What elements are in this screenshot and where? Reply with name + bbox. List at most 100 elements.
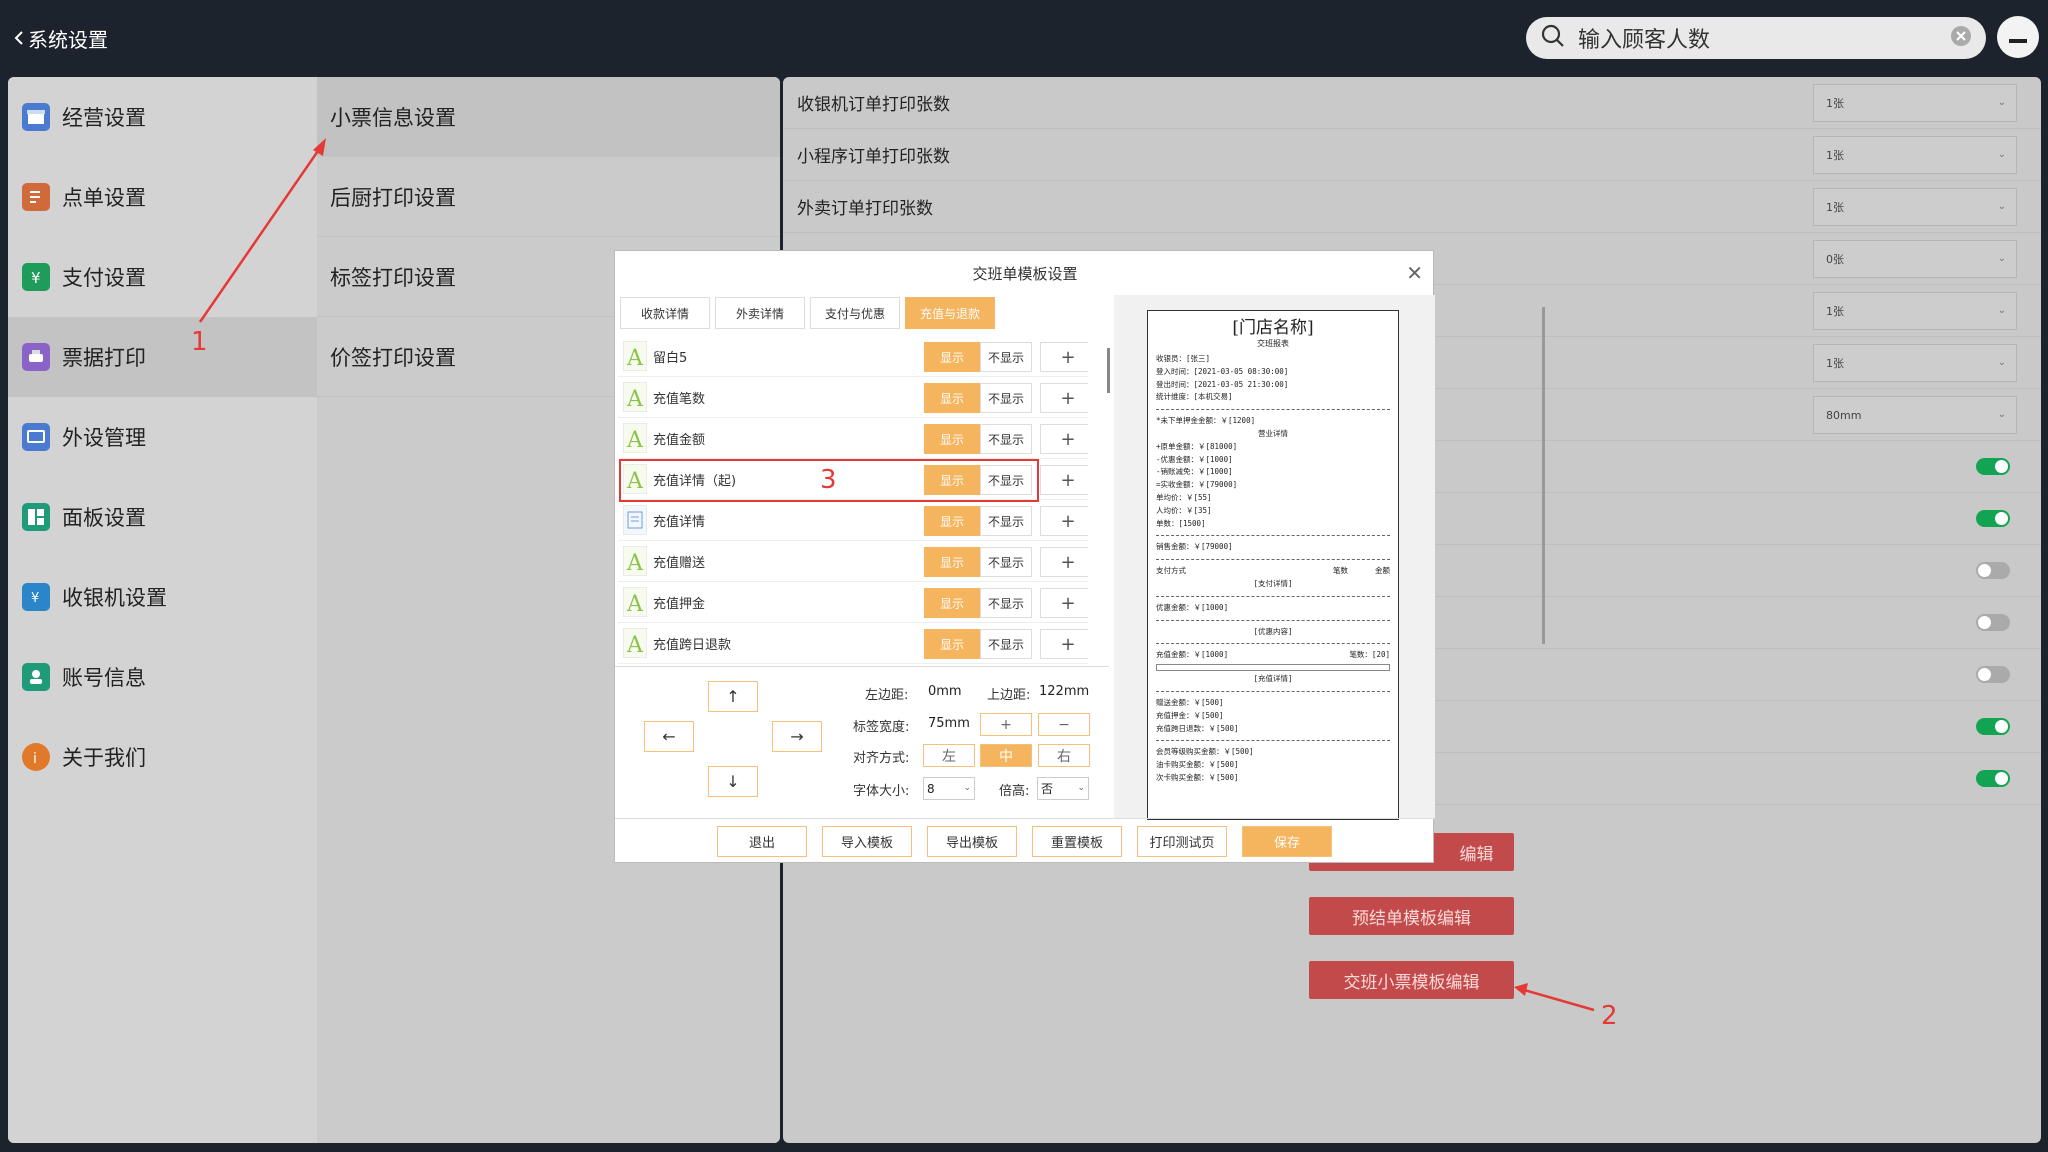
list-item: A 充值押金 显示 不显示 + — [618, 582, 1088, 623]
receipt-line: 赠送金额：￥[500] — [1156, 697, 1224, 707]
add-button[interactable]: + — [1040, 629, 1088, 659]
dialog-title: 交班单模板设置 — [972, 264, 1078, 283]
save-button[interactable]: 保存 — [1242, 826, 1332, 857]
add-button[interactable]: + — [1040, 465, 1088, 495]
align-left-button[interactable]: 左 — [923, 744, 975, 767]
list-item: A 留白5 显示 不显示 + — [618, 336, 1088, 377]
text-a-icon: A — [621, 422, 649, 454]
receipt-line: 销售金额：￥[79000] — [1156, 542, 1233, 552]
width-label: 标签宽度: — [853, 720, 910, 735]
export-template-button[interactable]: 导出模板 — [927, 826, 1017, 857]
left-margin-label: 左边距: — [865, 688, 909, 703]
chevron-down-icon: ⌄ — [1077, 783, 1085, 793]
receipt-columns: 支付方式 笔数 金额 — [1156, 565, 1390, 578]
list-scrollbar[interactable] — [1107, 348, 1110, 393]
svg-text:A: A — [626, 551, 644, 576]
store-name: [门店名称] — [1232, 318, 1314, 338]
width-increase-button[interactable]: + — [980, 713, 1032, 736]
tab-payment-discount[interactable]: 支付与优惠 — [810, 297, 900, 329]
close-icon[interactable]: ✕ — [1406, 261, 1423, 285]
preview-scrollbar[interactable] — [1542, 307, 1545, 644]
show-button[interactable]: 显示 — [924, 424, 980, 454]
tab-takeout-details[interactable]: 外卖详情 — [715, 297, 805, 329]
hide-button[interactable]: 不显示 — [980, 342, 1032, 372]
receipt-text: 笔数：[20] — [1349, 650, 1390, 660]
receipt-line: -优惠金额：￥[1000] — [1156, 454, 1233, 464]
add-button[interactable]: + — [1040, 547, 1088, 577]
text-a-icon: A — [621, 381, 649, 413]
item-label: 充值详情 — [653, 514, 706, 530]
print-test-page-button[interactable]: 打印测试页 — [1137, 826, 1227, 857]
column-header: 支付方式 — [1156, 566, 1186, 576]
align-center-button[interactable]: 中 — [980, 744, 1032, 767]
annotation-label: 2 — [1601, 1001, 1618, 1031]
hide-button[interactable]: 不显示 — [980, 588, 1032, 618]
receipt-line: -销账减免：￥[1000] — [1156, 467, 1233, 477]
move-left-button[interactable]: ← — [644, 721, 694, 752]
show-button[interactable]: 显示 — [924, 342, 980, 372]
width-decrease-button[interactable]: − — [1038, 713, 1090, 736]
receipt-line: 油卡购买金额：￥[500] — [1156, 760, 1239, 770]
show-button[interactable]: 显示 — [924, 383, 980, 413]
hide-button[interactable]: 不显示 — [980, 547, 1032, 577]
show-button[interactable]: 显示 — [924, 506, 980, 536]
hide-button[interactable]: 不显示 — [980, 629, 1032, 659]
align-right-button[interactable]: 右 — [1038, 744, 1090, 767]
add-button[interactable]: + — [1040, 424, 1088, 454]
move-down-button[interactable]: ↓ — [708, 766, 758, 797]
divider — [1156, 740, 1390, 742]
divider — [1156, 535, 1390, 537]
divider — [1156, 643, 1390, 645]
double-height-select[interactable]: 否 ⌄ — [1037, 777, 1089, 800]
column-header: 金额 — [1375, 566, 1390, 576]
show-button[interactable]: 显示 — [924, 588, 980, 618]
font-size-select[interactable]: 8 ⌄ — [923, 777, 975, 800]
dialog-footer: 退出 导入模板 导出模板 重置模板 打印测试页 保存 — [615, 818, 1435, 864]
receipt-text: 充值金额：￥[1000] — [1156, 650, 1229, 660]
exit-button[interactable]: 退出 — [717, 826, 807, 857]
import-template-button[interactable]: 导入模板 — [822, 826, 912, 857]
move-right-button[interactable]: → — [772, 721, 822, 752]
hide-button[interactable]: 不显示 — [980, 383, 1032, 413]
add-button[interactable]: + — [1040, 383, 1088, 413]
add-button[interactable]: + — [1040, 342, 1088, 372]
tab-recharge-refund[interactable]: 充值与退款 — [905, 297, 995, 329]
show-button[interactable]: 显示 — [924, 629, 980, 659]
double-height-label: 倍高: — [999, 784, 1030, 799]
receipt-line: 次卡购买金额：￥[500] — [1156, 772, 1239, 782]
text-a-icon: A — [621, 586, 649, 618]
chevron-down-icon: ⌄ — [963, 783, 971, 793]
hide-button[interactable]: 不显示 — [980, 424, 1032, 454]
receipt-line: 统计维度：[本机交易] — [1156, 392, 1233, 402]
align-label: 对齐方式: — [853, 751, 910, 766]
list-item: A 充值赠送 显示 不显示 + — [618, 541, 1088, 582]
svg-text:A: A — [626, 592, 644, 617]
receipt-line: 优惠金额：￥[1000] — [1156, 602, 1229, 612]
item-label: 留白5 — [653, 350, 688, 366]
receipt-line: 充值押金：￥[500] — [1156, 710, 1224, 720]
tab-payment-details[interactable]: 收款详情 — [620, 297, 710, 329]
select-value: 8 — [927, 781, 935, 796]
annotation-label: 1 — [191, 327, 208, 357]
item-label: 充值笔数 — [653, 391, 706, 407]
receipt-line: 登入时间：[2021-03-05 08:30:00] — [1156, 366, 1289, 376]
receipt-paper: [门店名称] 交班报表 收银员：[张三] 登入时间：[2021-03-05 08… — [1147, 310, 1399, 820]
add-button[interactable]: + — [1040, 506, 1088, 536]
receipt-line: *未下单押金金额：￥[1200] — [1156, 416, 1256, 426]
move-up-button[interactable]: ↑ — [708, 681, 758, 712]
item-label: 充值金额 — [653, 432, 706, 448]
reset-template-button[interactable]: 重置模板 — [1032, 826, 1122, 857]
add-button[interactable]: + — [1040, 588, 1088, 618]
divider — [1156, 409, 1390, 411]
receipt-subtitle: 交班报表 — [1257, 339, 1289, 348]
receipt-line: 收银员：[张三] — [1156, 354, 1211, 363]
list-item: A 充值跨日退款 显示 不显示 + — [618, 623, 1088, 664]
receipt-line: 人均价：￥[35] — [1156, 505, 1212, 515]
list-doc-icon — [621, 504, 649, 536]
receipt-line: 单数：[1500] — [1156, 518, 1206, 528]
hide-button[interactable]: 不显示 — [980, 506, 1032, 536]
text-a-icon: A — [621, 545, 649, 577]
item-label: 充值赠送 — [653, 555, 706, 571]
show-button[interactable]: 显示 — [924, 547, 980, 577]
divider — [1156, 690, 1390, 692]
